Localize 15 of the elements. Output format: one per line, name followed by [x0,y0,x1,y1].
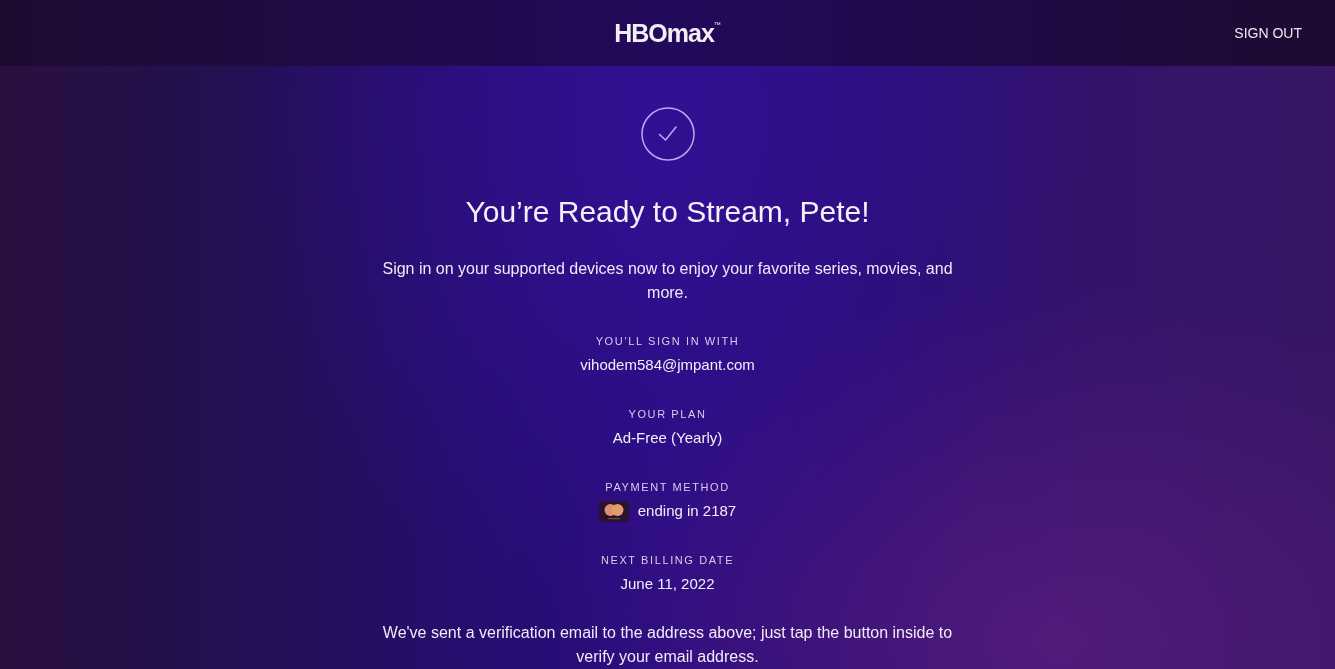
detail-label: YOU’LL SIGN IN WITH [595,334,740,349]
checkmark-circle-icon [640,107,695,161]
detail-value: vihodem584@jmpant.com [580,355,755,375]
detail-value: June 11, 2022 [620,574,715,594]
detail-label: NEXT BILLING DATE [600,553,735,568]
confirmation-message: Sign in on your supported devices now to enjoy your favorite series, movies, and more. [381,259,954,303]
sign-out-link[interactable]: SIGN OUT [1234,25,1302,41]
verification-notice: We've sent a verification email to the address above; just tap the button inside to verify your email address. [381,623,954,667]
detail-label: PAYMENT METHOD [605,480,730,495]
card-icon [598,500,629,522]
logo: HBOmax$^{™}$ [614,20,721,46]
detail-value: Ad-Free (Yearly) [612,428,723,448]
detail-label: YOUR PLAN [628,407,707,422]
confirmation-title: You’re Ready to Stream, Pete! [465,194,870,230]
detail-value: ending in 2187 [637,501,737,521]
